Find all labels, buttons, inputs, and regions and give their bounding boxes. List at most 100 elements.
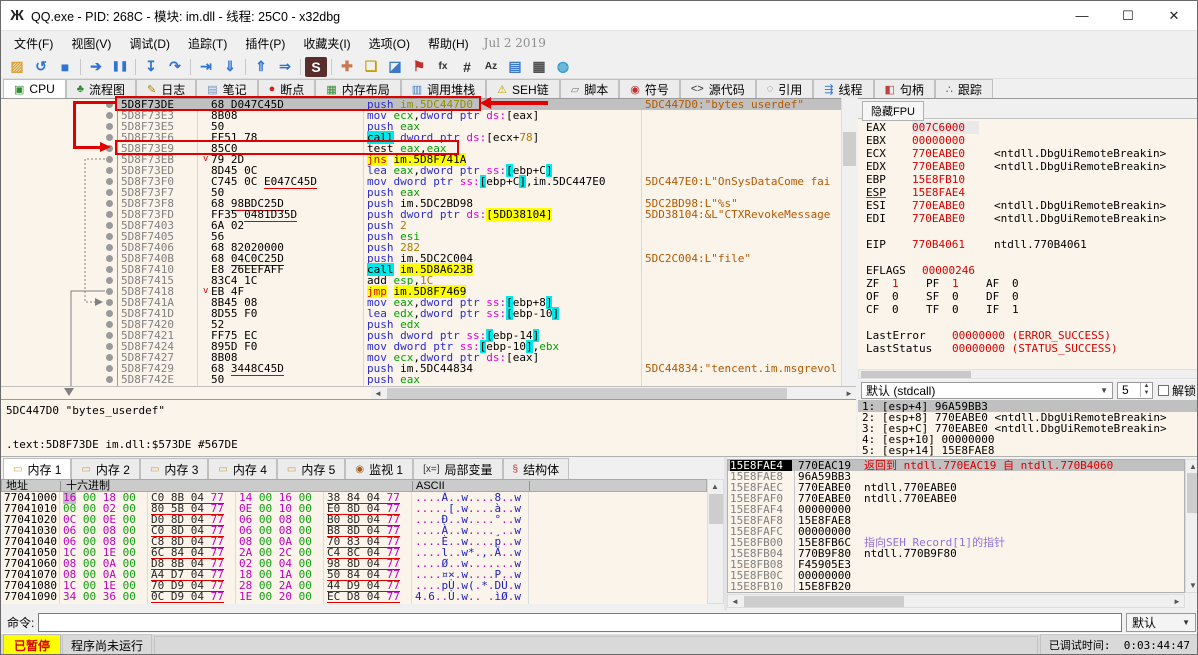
command-profile-select[interactable]: 默认 ▼ xyxy=(1126,612,1196,632)
maximize-button[interactable]: ☐ xyxy=(1105,1,1151,30)
scroll-up-icon[interactable]: ▲ xyxy=(1186,460,1197,473)
breakpoint-dot[interactable] xyxy=(106,255,113,262)
breakpoint-dot[interactable] xyxy=(106,101,113,108)
breakpoint-dot[interactable] xyxy=(106,112,113,119)
tab-内存 4[interactable]: ▭ 内存 4 xyxy=(208,458,277,479)
stack-vertical-scrollbar[interactable]: ▲ ▼ xyxy=(1185,459,1197,593)
function-icon[interactable]: fx xyxy=(432,57,454,77)
tab-笔记[interactable]: ▤ 笔记 xyxy=(196,79,258,98)
register-row[interactable]: EAX 007C6000 xyxy=(858,121,1197,134)
disassembly-view[interactable]: 5D8F73DE 68 D047C45D push im.5DC447D0 5DC44… xyxy=(1,98,856,386)
menu-item-D[interactable]: 调试(D) xyxy=(120,32,179,55)
breakpoint-dot[interactable] xyxy=(106,200,113,207)
calculator-icon[interactable]: ▦ xyxy=(528,57,550,77)
breakpoint-dot[interactable] xyxy=(106,222,113,229)
tab-引用[interactable]: ◌ 引用 xyxy=(755,79,814,98)
menu-item-V[interactable]: 视图(V) xyxy=(62,32,120,55)
column-header-十六进制[interactable]: 十六进制 xyxy=(66,480,110,492)
globe-icon[interactable]: ◍ xyxy=(552,57,574,77)
stack-row[interactable]: 15E8FAE4 770EAC19 返回到 ntdll.770EAC19 自 ntd… xyxy=(728,460,1184,471)
disasm-row[interactable]: 5D8F741D 8D55 F0 lea edx,dword ptr ss:[ebp… xyxy=(117,307,841,320)
step-into-icon[interactable]: ↧ xyxy=(140,57,162,77)
run-icon[interactable]: ➔ xyxy=(85,57,107,77)
tab-内存布局[interactable]: ▦ 内存布局 xyxy=(315,79,401,98)
breakpoint-dot[interactable] xyxy=(106,167,113,174)
menu-item-P[interactable]: 插件(P) xyxy=(236,32,294,55)
breakpoint-dot[interactable] xyxy=(106,211,113,218)
scroll-left-icon[interactable]: ◄ xyxy=(728,595,742,608)
tab-内存 1[interactable]: ▭ 内存 1 xyxy=(3,458,72,479)
tab-局部变量[interactable]: [x=] 局部变量 xyxy=(413,458,503,479)
registers-horizontal-scrollbar[interactable] xyxy=(858,369,1197,379)
run-to-user-icon[interactable]: ⇒ xyxy=(274,57,296,77)
column-header-地址[interactable]: 地址 xyxy=(6,480,28,492)
restart-icon[interactable]: ↺ xyxy=(30,57,52,77)
open-file-icon[interactable]: ▨ xyxy=(6,57,28,77)
tab-内存 5[interactable]: ▭ 内存 5 xyxy=(276,458,346,479)
breakpoint-dot[interactable] xyxy=(106,332,113,339)
stack-row[interactable]: 15E8FAF8 15E8FAE8 xyxy=(728,515,1184,526)
tab-符号[interactable]: ◉ 符号 xyxy=(619,79,680,98)
menu-item-O[interactable]: 选项(O) xyxy=(360,32,419,55)
comment-icon[interactable]: ❏ xyxy=(360,57,382,77)
scroll-down-icon[interactable]: ▼ xyxy=(1186,579,1197,592)
run-up-icon[interactable]: ⇑ xyxy=(250,57,272,77)
checkbox-icon[interactable] xyxy=(1157,384,1169,396)
stack-row[interactable]: 15E8FAF0 770EABE0 ntdll.770EABE0 xyxy=(728,493,1184,504)
register-row[interactable]: EBX 00000000 xyxy=(858,134,1197,147)
pause-icon[interactable]: ❚❚ xyxy=(109,57,131,77)
step-out-icon[interactable]: ⇓ xyxy=(219,57,241,77)
memory-dump[interactable]: 77041000 16 00 18 00 C0 8B 04 77 14 00 16 0… xyxy=(1,492,707,604)
menu-item-H[interactable]: 帮助(H) xyxy=(419,32,478,55)
stack-row[interactable]: 15E8FAF4 00000000 xyxy=(728,504,1184,515)
run-to-cursor-icon[interactable]: ⇥ xyxy=(195,57,217,77)
breakpoint-dot[interactable] xyxy=(106,189,113,196)
command-input[interactable] xyxy=(38,612,1122,632)
flags-row[interactable]: ZF 1 PF 1 AF 0 xyxy=(858,277,1197,290)
breakpoint-dot[interactable] xyxy=(106,343,113,350)
stack-row[interactable]: 15E8FB04 770B9F80 ntdll.770B9F80 xyxy=(728,548,1184,559)
tab-源代码[interactable]: <> 源代码 xyxy=(679,79,756,98)
tab-结构体[interactable]: § 结构体 xyxy=(502,458,570,479)
tab-内存 2[interactable]: ▭ 内存 2 xyxy=(71,458,140,479)
stack-row[interactable]: 15E8FB10 15E8FB20 xyxy=(728,581,1184,592)
close-button[interactable]: ✕ xyxy=(1151,1,1197,30)
disasm-row[interactable]: 5D8F73E3 8B08 mov ecx,dword ptr ds:[eax] xyxy=(117,110,841,121)
breakpoint-dot[interactable] xyxy=(106,288,113,295)
breakpoint-dot[interactable] xyxy=(106,134,113,141)
breakpoint-dot[interactable] xyxy=(106,244,113,251)
menu-item-T[interactable]: 追踪(T) xyxy=(179,32,236,55)
tab-调用堆栈[interactable]: ▥ 调用堆栈 xyxy=(400,79,487,98)
register-row[interactable]: ECX 770EABE0 <ntdll.DbgUiRemoteBreakin> xyxy=(858,147,1197,160)
disasm-row[interactable]: 5D8F7429 68 3448C45D push im.5DC44834 5DC44… xyxy=(117,362,841,376)
memory-vertical-scrollbar[interactable]: ▲ xyxy=(707,479,724,604)
assemble-icon[interactable]: Az xyxy=(480,57,502,77)
disasm-row[interactable]: 5D8F73F0 C745 0C E047C45D mov dword ptr ss… xyxy=(117,175,841,189)
register-row[interactable]: ESI 770EABE0 <ntdll.DbgUiRemoteBreakin> xyxy=(858,199,1197,212)
stop-icon[interactable]: ■ xyxy=(54,57,76,77)
stack-row[interactable]: 15E8FB0C 00000000 xyxy=(728,570,1184,581)
minimize-button[interactable]: — xyxy=(1059,1,1105,30)
memory-row[interactable]: 77041090 34 00 36 00 0C D9 04 77 1E 00 20 0… xyxy=(1,591,707,603)
tab-SEH链[interactable]: ⚠ SEH链 xyxy=(486,79,560,98)
breakpoint-dot[interactable] xyxy=(106,178,113,185)
last-status-row[interactable]: LastStatus 00000000 (STATUS_SUCCESS) xyxy=(858,342,1197,355)
hash-icon[interactable]: # xyxy=(456,57,478,77)
breakpoint-dot[interactable] xyxy=(106,354,113,361)
tab-句柄[interactable]: ◧ 句柄 xyxy=(873,79,935,98)
tab-CPU[interactable]: ▣ CPU xyxy=(3,79,66,98)
menu-item-I[interactable]: 收藏夹(I) xyxy=(294,32,359,55)
breakpoint-dot[interactable] xyxy=(106,365,113,372)
eflags-row[interactable]: EFLAGS 00000246 xyxy=(858,264,1197,277)
call-arg-row[interactable]: 5: [esp+14] 15E8FAE8 xyxy=(858,445,1197,456)
breakpoint-dot[interactable] xyxy=(106,233,113,240)
tab-跟踪[interactable]: ∴ 跟踪 xyxy=(934,79,993,98)
spinner-arrows-icon[interactable]: ▲ ▼ xyxy=(1139,383,1152,397)
tab-日志[interactable]: ✎ 日志 xyxy=(135,79,197,98)
menu-item-F[interactable]: 文件(F) xyxy=(5,32,62,55)
tab-内存 3[interactable]: ▭ 内存 3 xyxy=(139,458,209,479)
register-row-eip[interactable]: EIP 770B4061 ntdll.770B4061 xyxy=(858,238,1197,251)
stack-view[interactable]: 15E8FAE4 770EAC19 返回到 ntdll.770EAC19 自 ntd… xyxy=(727,459,1185,593)
flags-row[interactable]: CF 0 TF 0 IF 1 xyxy=(858,303,1197,316)
breakpoint-dot[interactable] xyxy=(106,156,113,163)
